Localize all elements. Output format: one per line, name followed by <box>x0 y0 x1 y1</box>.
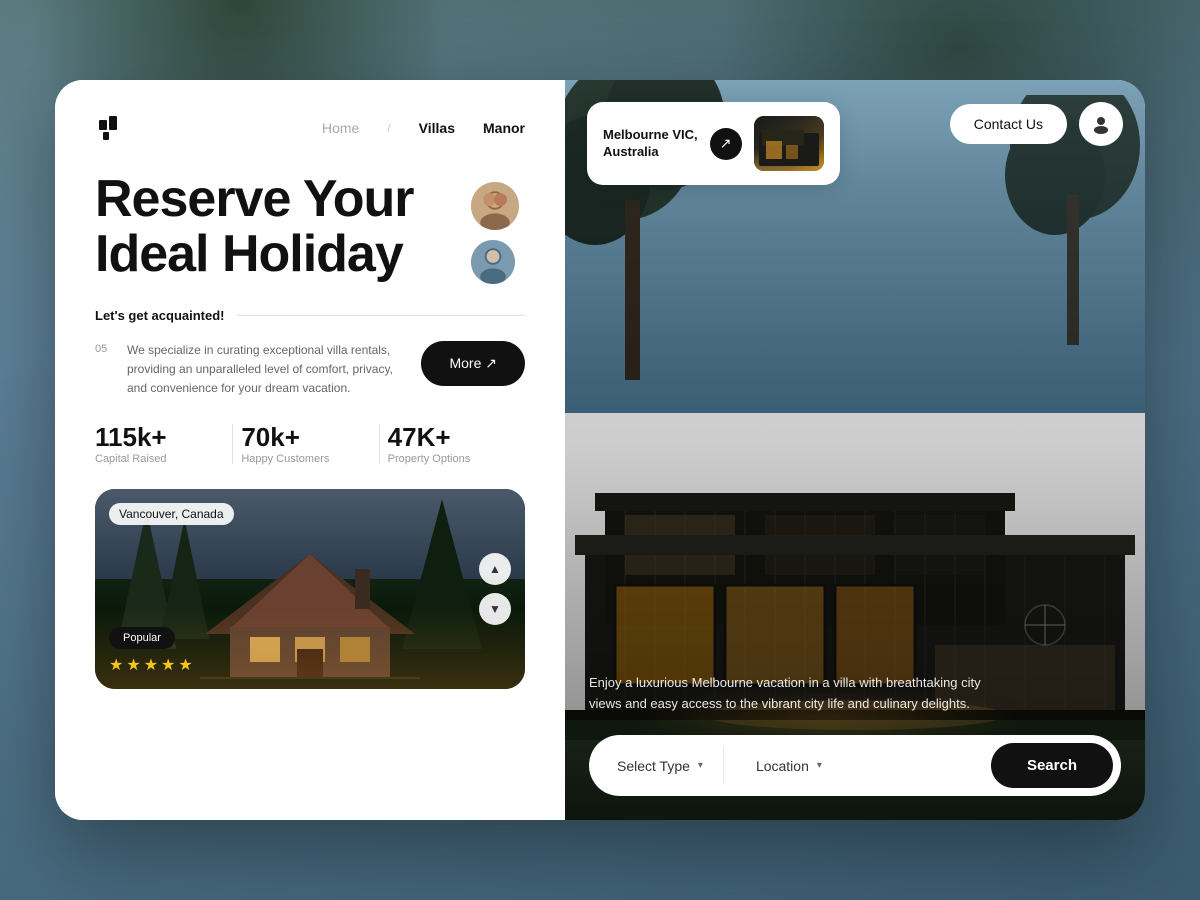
more-button[interactable]: More ↗ <box>421 341 525 386</box>
stat-capital-value: 115k+ <box>95 423 224 452</box>
contact-button[interactable]: Contact Us <box>950 104 1067 144</box>
stat-properties-label: Property Options <box>388 453 517 465</box>
search-button[interactable]: Search <box>991 743 1113 788</box>
card-nav: ▲ ▼ <box>479 553 511 625</box>
logo[interactable] <box>95 112 127 144</box>
navbar: Home / Villas Manor <box>95 112 525 144</box>
stat-customers-value: 70k+ <box>241 423 370 452</box>
location-info: Melbourne VIC, Australia <box>603 127 698 161</box>
avatar-2 <box>469 238 517 286</box>
stat-properties: 47K+ Property Options <box>380 423 525 466</box>
location-card: Melbourne VIC, Australia ↗ <box>587 102 840 185</box>
property-card: Vancouver, Canada ▲ ▼ Popular ★ ★ ★ ★ ★ <box>95 489 525 689</box>
profile-button[interactable] <box>1079 102 1123 146</box>
location-chevron: ▾ <box>817 760 822 771</box>
stat-customers-label: Happy Customers <box>241 453 370 465</box>
nav-villas[interactable]: Villas <box>419 120 455 136</box>
desc-text: We specialize in curating exceptional vi… <box>127 341 407 399</box>
right-panel: Contact Us Melbourne VIC, Australia ↗ <box>565 80 1145 820</box>
thumb-window <box>766 141 782 159</box>
stat-customers: 70k+ Happy Customers <box>233 423 378 466</box>
stat-capital: 115k+ Capital Raised <box>95 423 232 466</box>
stat-properties-value: 47K+ <box>388 423 517 452</box>
star-2: ★ <box>126 655 140 675</box>
location-arrow-btn[interactable]: ↗ <box>710 128 742 160</box>
select-type-chevron: ▾ <box>698 760 703 771</box>
search-bar: Select Type ▾ Location ▾ Search <box>589 735 1121 796</box>
card-nav-up[interactable]: ▲ <box>479 553 511 585</box>
location-dropdown[interactable]: Location ▾ <box>736 748 979 784</box>
hero-title-row: Reserve Your Ideal Holiday <box>95 172 525 286</box>
left-panel: Home / Villas Manor Reserve Your Ideal H… <box>55 80 565 820</box>
star-5: ★ <box>178 655 192 675</box>
star-4: ★ <box>161 655 175 675</box>
location-thumbnail <box>754 116 824 171</box>
nav-manor[interactable]: Manor <box>483 120 525 136</box>
stats-row: 115k+ Capital Raised 70k+ Happy Customer… <box>95 423 525 466</box>
description-row: 05 We specialize in curating exceptional… <box>95 341 525 399</box>
select-type-dropdown[interactable]: Select Type ▾ <box>597 748 724 784</box>
popular-badge: Popular <box>109 627 175 649</box>
avatar-1 <box>469 180 521 232</box>
subtitle-text: Let's get acquainted! <box>95 308 225 323</box>
select-type-label: Select Type <box>617 758 690 774</box>
location-label: Location <box>756 758 809 774</box>
main-card: Home / Villas Manor Reserve Your Ideal H… <box>55 80 1145 820</box>
star-1: ★ <box>109 655 123 675</box>
hero-title-line1: Reserve Your <box>95 172 413 227</box>
desc-number: 05 <box>95 341 113 355</box>
location-name-line1: Melbourne VIC, <box>603 127 698 144</box>
bottom-section: Enjoy a luxurious Melbourne vacation in … <box>565 673 1145 820</box>
stars-row: ★ ★ ★ ★ ★ <box>109 655 193 675</box>
property-location-label: Vancouver, Canada <box>109 503 234 525</box>
subtitle-divider <box>237 315 526 316</box>
star-3: ★ <box>144 655 158 675</box>
hero-title-line2: Ideal Holiday <box>95 227 413 282</box>
right-navbar: Contact Us <box>950 102 1123 146</box>
nav-home[interactable]: Home <box>322 120 359 136</box>
subtitle-row: Let's get acquainted! <box>95 308 525 323</box>
user-icon <box>1091 114 1111 134</box>
location-name-line2: Australia <box>603 144 698 161</box>
loc-thumb-img <box>754 116 824 171</box>
thumb-window-2 <box>786 145 798 159</box>
hero-section: Reserve Your Ideal Holiday <box>95 172 525 290</box>
caption-text: Enjoy a luxurious Melbourne vacation in … <box>589 673 1009 715</box>
avatar-stack <box>469 180 521 286</box>
nav-links: Home / Villas Manor <box>322 120 525 136</box>
card-nav-down[interactable]: ▼ <box>479 593 511 625</box>
glow-overlay <box>95 609 525 689</box>
stat-capital-label: Capital Raised <box>95 453 224 465</box>
